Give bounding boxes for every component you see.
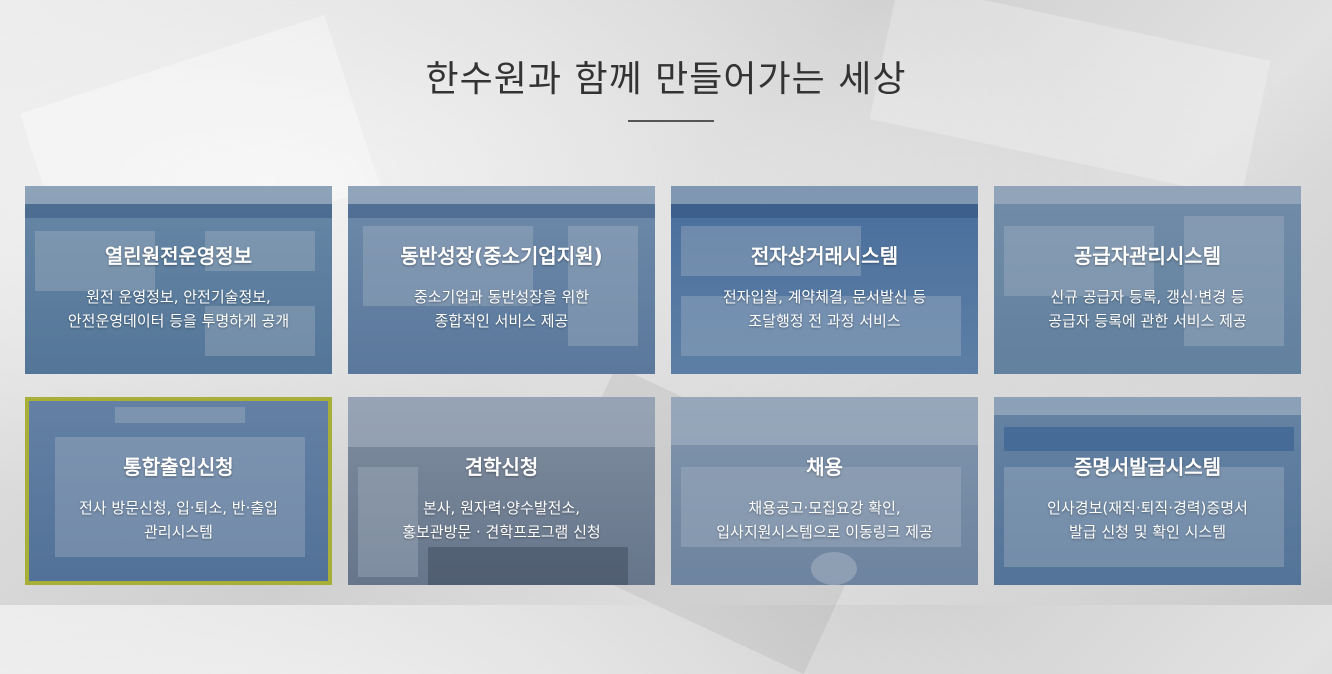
card-desc-line: 입사지원시스템으로 이동링크 제공 bbox=[716, 523, 933, 541]
card-title: 열린원전운영정보 bbox=[104, 244, 253, 268]
card-tour-request[interactable]: 견학신청 본사, 원자력·양수발전소, 홍보관방문 · 견학프로그램 신청 bbox=[348, 397, 655, 585]
card-title: 통합출입신청 bbox=[123, 455, 234, 479]
card-desc-line: 발급 신청 및 확인 시스템 bbox=[1068, 523, 1227, 541]
card-desc-line: 전자입찰, 계약체결, 문서발신 등 bbox=[722, 288, 927, 306]
card-shared-growth[interactable]: 동반성장(중소기업지원) 중소기업과 동반성장을 위한 종합적인 서비스 제공 bbox=[348, 186, 655, 374]
card-open-nuclear-info[interactable]: 열린원전운영정보 원전 운영정보, 안전기술정보, 안전운영데이터 등을 투명하… bbox=[25, 186, 332, 374]
title-divider bbox=[628, 120, 714, 122]
card-desc-line: 홍보관방문 · 견학프로그램 신청 bbox=[402, 523, 601, 541]
card-desc-line: 본사, 원자력·양수발전소, bbox=[422, 499, 581, 517]
card-desc-line: 조달행정 전 과정 서비스 bbox=[748, 312, 901, 330]
card-desc-line: 인사경보(재직·퇴직·경력)증명서 bbox=[1047, 499, 1248, 517]
card-title: 증명서발급시스템 bbox=[1073, 455, 1222, 479]
card-integrated-access[interactable]: 통합출입신청 전사 방문신청, 입·퇴소, 반·출입 관리시스템 bbox=[25, 397, 332, 585]
card-desc-line: 전사 방문신청, 입·퇴소, 반·출입 bbox=[79, 499, 278, 517]
card-desc-line: 관리시스템 bbox=[143, 523, 213, 541]
service-grid: 열린원전운영정보 원전 운영정보, 안전기술정보, 안전운영데이터 등을 투명하… bbox=[25, 186, 1301, 585]
card-recruitment[interactable]: 채용 채용공고·모집요강 확인, 입사지원시스템으로 이동링크 제공 bbox=[671, 397, 978, 585]
card-title: 채용 bbox=[806, 455, 843, 479]
card-title: 동반성장(중소기업지원) bbox=[400, 244, 603, 268]
card-desc-line: 종합적인 서비스 제공 bbox=[434, 312, 569, 330]
card-desc-line: 채용공고·모집요강 확인, bbox=[748, 499, 901, 517]
card-desc-line: 중소기업과 동반성장을 위한 bbox=[413, 288, 590, 306]
card-desc-line: 신규 공급자 등록, 갱신·변경 등 bbox=[1050, 288, 1245, 306]
card-desc-line: 공급자 등록에 관한 서비스 제공 bbox=[1048, 312, 1247, 330]
card-desc-line: 원전 운영정보, 안전기술정보, bbox=[86, 288, 271, 306]
card-title: 견학신청 bbox=[464, 455, 539, 479]
page-title: 한수원과 함께 만들어가는 세상 bbox=[425, 59, 907, 100]
card-title: 공급자관리시스템 bbox=[1073, 244, 1222, 268]
card-desc-line: 안전운영데이터 등을 투명하게 공개 bbox=[67, 312, 290, 330]
card-certificate-issuance[interactable]: 증명서발급시스템 인사경보(재직·퇴직·경력)증명서 발급 신청 및 확인 시스… bbox=[994, 397, 1301, 585]
card-title: 전자상거래시스템 bbox=[750, 244, 899, 268]
card-e-commerce[interactable]: 전자상거래시스템 전자입찰, 계약체결, 문서발신 등 조달행정 전 과정 서비… bbox=[671, 186, 978, 374]
card-supplier-management[interactable]: 공급자관리시스템 신규 공급자 등록, 갱신·변경 등 공급자 등록에 관한 서… bbox=[994, 186, 1301, 374]
